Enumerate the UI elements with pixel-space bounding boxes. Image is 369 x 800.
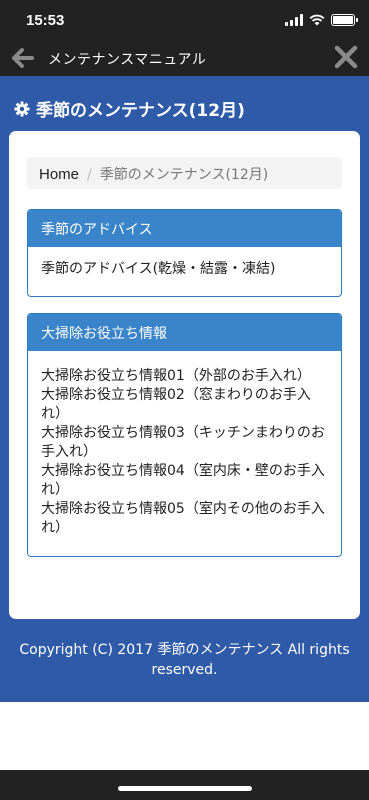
status-bar: 15:53 bbox=[0, 0, 369, 40]
wifi-icon bbox=[309, 14, 325, 26]
breadcrumb-home-link[interactable]: Home bbox=[39, 166, 79, 183]
breadcrumb: Home / 季節のメンテナンス(12月) bbox=[27, 157, 342, 189]
content-card: Home / 季節のメンテナンス(12月) 季節のアドバイス 季節のアドバイス(乾燥… bbox=[9, 131, 360, 619]
list-item-link[interactable]: 大掃除お役立ち情報04（室内床・壁のお手入れ） bbox=[41, 462, 328, 500]
page-title: 季節のメンテナンス(12月) bbox=[14, 96, 245, 121]
list-item-link[interactable]: 大掃除お役立ち情報02（窓まわりのお手入れ） bbox=[41, 386, 328, 424]
list-item-link[interactable]: 大掃除お役立ち情報05（室内その他のお手入れ） bbox=[41, 500, 328, 538]
list-item-link[interactable]: 大掃除お役立ち情報03（キッチンまわりのお手入れ） bbox=[41, 424, 328, 462]
panel-heading: 季節のアドバイス bbox=[28, 210, 341, 247]
main-content: 季節のメンテナンス(12月) Home / 季節のメンテナンス(12月) 季節のアド… bbox=[0, 76, 369, 702]
signal-icon bbox=[285, 14, 303, 26]
footer-copyright: Copyright (C) 2017 季節のメンテナンス All rights … bbox=[19, 642, 350, 678]
nav-bar: メンテナンスマニュアル bbox=[0, 40, 369, 76]
status-time: 15:53 bbox=[26, 12, 65, 29]
list-item-link[interactable]: 季節のアドバイス(乾燥・結露・凍結) bbox=[41, 260, 328, 279]
list-item-link[interactable]: 大掃除お役立ち情報01（外部のお手入れ） bbox=[41, 367, 328, 386]
status-icons bbox=[285, 14, 358, 26]
panel-body: 大掃除お役立ち情報01（外部のお手入れ） 大掃除お役立ち情報02（窓まわりのお手… bbox=[28, 351, 341, 551]
nav-title: メンテナンスマニュアル bbox=[48, 52, 207, 68]
panel-heading: 大掃除お役立ち情報 bbox=[28, 314, 341, 351]
page-title-text: 季節のメンテナンス(12月) bbox=[36, 101, 245, 121]
breadcrumb-separator: / bbox=[87, 167, 92, 183]
breadcrumb-current: 季節のメンテナンス(12月) bbox=[99, 167, 269, 183]
panel-seasonal-advice: 季節のアドバイス 季節のアドバイス(乾燥・結露・凍結) bbox=[27, 209, 342, 297]
panel-cleaning-tips: 大掃除お役立ち情報 大掃除お役立ち情報01（外部のお手入れ） 大掃除お役立ち情報… bbox=[27, 313, 342, 557]
battery-icon bbox=[331, 14, 358, 26]
home-indicator[interactable] bbox=[118, 786, 252, 791]
close-icon[interactable] bbox=[333, 44, 359, 70]
panel-body: 季節のアドバイス(乾燥・結露・凍結) bbox=[28, 247, 341, 292]
gear-icon bbox=[14, 101, 30, 116]
arrow-left-icon[interactable] bbox=[8, 44, 36, 72]
home-bar bbox=[0, 770, 369, 800]
